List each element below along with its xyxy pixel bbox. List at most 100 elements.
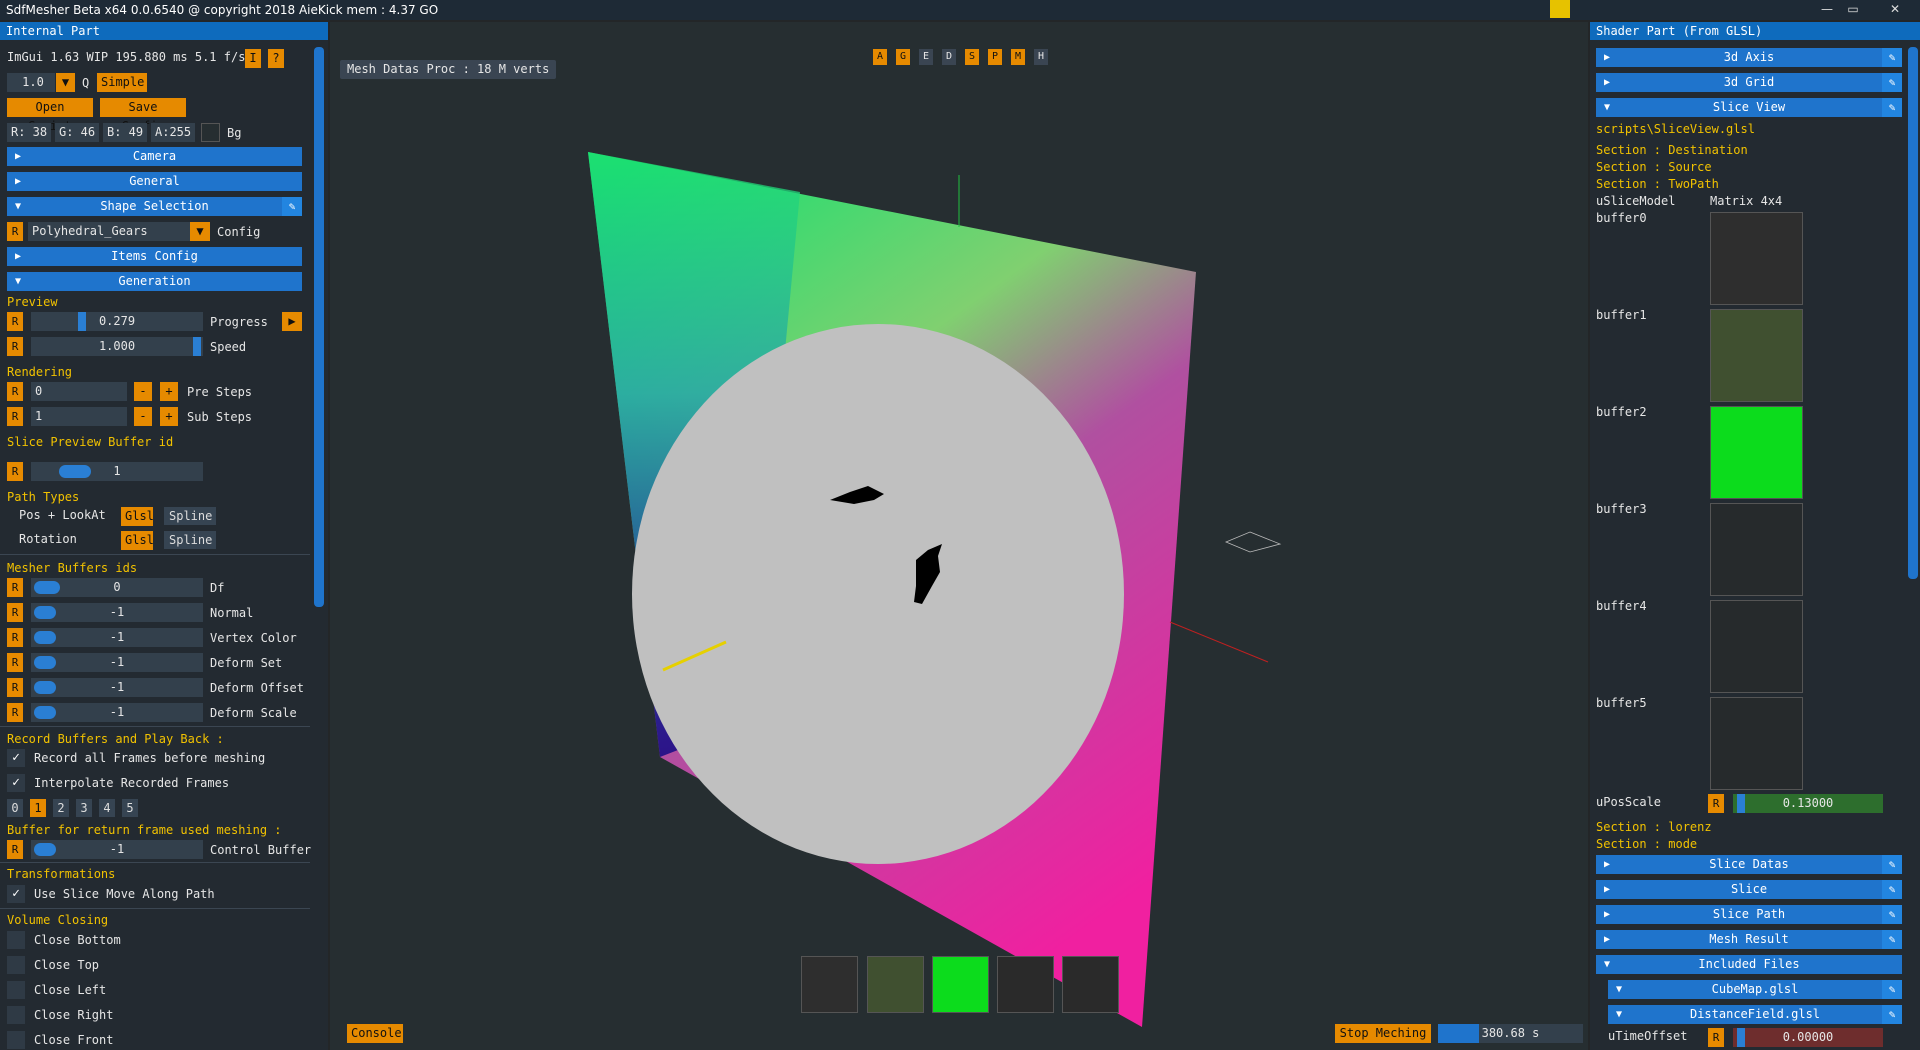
close-top-checkbox[interactable] bbox=[7, 956, 25, 974]
slider-grab[interactable] bbox=[34, 706, 56, 719]
buffer1-preview[interactable] bbox=[1710, 309, 1803, 402]
deform-scale-slider[interactable]: -1 bbox=[31, 703, 203, 722]
bg-a[interactable]: A:255 bbox=[151, 123, 195, 142]
scale-input[interactable]: 1.0 bbox=[7, 73, 55, 92]
header-slice-view[interactable]: ▼ Slice View ✎ bbox=[1596, 98, 1902, 117]
slider-grab[interactable] bbox=[34, 843, 56, 856]
header-included-files[interactable]: ▼ Included Files bbox=[1596, 955, 1902, 974]
sub-steps-input[interactable]: 1 bbox=[31, 407, 127, 426]
edit-pencil-icon[interactable]: ✎ bbox=[1882, 73, 1902, 92]
header-general[interactable]: ▶ General bbox=[7, 172, 302, 191]
slider-grab[interactable] bbox=[59, 465, 91, 478]
frame-5-button[interactable]: 5 bbox=[122, 799, 138, 817]
edit-pencil-icon[interactable]: ✎ bbox=[1882, 48, 1902, 67]
edit-pencil-icon[interactable]: ✎ bbox=[1882, 905, 1902, 924]
buffer4-preview[interactable] bbox=[1710, 600, 1803, 693]
simple-button[interactable]: Simple bbox=[97, 73, 147, 92]
header-slice-path[interactable]: ▶ Slice Path ✎ bbox=[1596, 905, 1902, 924]
reset-button[interactable]: R bbox=[7, 703, 23, 722]
rot-glsl-button[interactable]: Glsl bbox=[121, 531, 154, 550]
pos-spline-button[interactable]: Spline bbox=[164, 507, 216, 525]
slider-grab[interactable] bbox=[34, 631, 56, 644]
header-3d-grid[interactable]: ▶ 3d Grid ✎ bbox=[1596, 73, 1902, 92]
header-shape-selection[interactable]: ▼ Shape Selection ✎ bbox=[7, 197, 302, 216]
buffer0-thumb[interactable] bbox=[801, 956, 858, 1013]
rot-spline-button[interactable]: Spline bbox=[164, 531, 216, 549]
toolbar-d-button[interactable]: D bbox=[942, 49, 956, 65]
reset-button[interactable]: R bbox=[7, 678, 23, 697]
header-distancefield[interactable]: ▼ DistanceField.glsl ✎ bbox=[1608, 1005, 1902, 1024]
pin-icon[interactable] bbox=[1550, 0, 1570, 18]
right-scrollbar[interactable] bbox=[1908, 47, 1918, 579]
pos-glsl-button[interactable]: Glsl bbox=[121, 507, 154, 526]
header-3d-axis[interactable]: ▶ 3d Axis ✎ bbox=[1596, 48, 1902, 67]
buffer5-preview[interactable] bbox=[1710, 697, 1803, 790]
edit-pencil-icon[interactable]: ✎ bbox=[1882, 980, 1902, 999]
help-button[interactable]: ? bbox=[268, 49, 284, 68]
slider-grab[interactable] bbox=[1737, 1028, 1745, 1047]
buffer3-thumb[interactable] bbox=[997, 956, 1054, 1013]
reset-button[interactable]: R bbox=[7, 312, 23, 331]
viewport[interactable]: A G E D S P M H Mesh Datas Proc : 18 M v… bbox=[330, 22, 1588, 1050]
close-right-checkbox[interactable] bbox=[7, 1006, 25, 1024]
edit-pencil-icon[interactable]: ✎ bbox=[1882, 880, 1902, 899]
interpolate-checkbox[interactable]: ✓ bbox=[7, 774, 25, 792]
minimize-button[interactable]: — bbox=[1816, 2, 1838, 16]
frame-2-button[interactable]: 2 bbox=[53, 799, 69, 817]
slider-grab[interactable] bbox=[193, 337, 201, 356]
reset-button[interactable]: R bbox=[7, 628, 23, 647]
scale-dropdown[interactable]: ▼ bbox=[56, 73, 75, 92]
toolbar-s-button[interactable]: S bbox=[965, 49, 979, 65]
header-cubemap[interactable]: ▼ CubeMap.glsl ✎ bbox=[1608, 980, 1902, 999]
header-mesh-result[interactable]: ▶ Mesh Result ✎ bbox=[1596, 930, 1902, 949]
open-script-button[interactable]: Open Script bbox=[7, 98, 93, 133]
console-button[interactable]: Console bbox=[347, 1024, 403, 1043]
utime-slider[interactable]: 0.00000 bbox=[1733, 1028, 1883, 1047]
bg-g[interactable]: G: 46 bbox=[55, 123, 99, 142]
frame-3-button[interactable]: 3 bbox=[76, 799, 92, 817]
progress-slider[interactable]: 0.279 bbox=[31, 312, 203, 331]
play-button[interactable]: ▶ bbox=[282, 312, 302, 331]
buffer2-preview[interactable] bbox=[1710, 406, 1803, 499]
shape-dropdown-arrow[interactable]: ▼ bbox=[190, 222, 210, 241]
buffer1-thumb[interactable] bbox=[867, 956, 924, 1013]
slider-grab[interactable] bbox=[34, 656, 56, 669]
reset-button[interactable]: R bbox=[7, 337, 23, 356]
toolbar-g-button[interactable]: G bbox=[896, 49, 910, 65]
record-frames-checkbox[interactable]: ✓ bbox=[7, 749, 25, 767]
deform-set-slider[interactable]: -1 bbox=[31, 653, 203, 672]
slider-grab[interactable] bbox=[1737, 794, 1745, 813]
slider-grab[interactable] bbox=[34, 681, 56, 694]
edit-pencil-icon[interactable]: ✎ bbox=[1882, 1005, 1902, 1024]
header-slice-datas[interactable]: ▶ Slice Datas ✎ bbox=[1596, 855, 1902, 874]
shape-combo[interactable]: Polyhedral_Gears bbox=[28, 222, 190, 241]
toolbar-m-button[interactable]: M bbox=[1011, 49, 1025, 65]
reset-button[interactable]: R bbox=[1708, 1028, 1724, 1047]
left-scrollbar[interactable] bbox=[314, 47, 324, 607]
sub-minus-button[interactable]: - bbox=[134, 407, 152, 426]
buffer3-preview[interactable] bbox=[1710, 503, 1803, 596]
reset-button[interactable]: R bbox=[7, 222, 23, 241]
bg-color-swatch[interactable] bbox=[201, 123, 220, 142]
sub-plus-button[interactable]: + bbox=[160, 407, 178, 426]
info-button[interactable]: I bbox=[245, 49, 261, 68]
reset-button[interactable]: R bbox=[1708, 794, 1724, 813]
header-items-config[interactable]: ▶ Items Config bbox=[7, 247, 302, 266]
toolbar-e-button[interactable]: E bbox=[919, 49, 933, 65]
pre-minus-button[interactable]: - bbox=[134, 382, 152, 401]
vertex-color-slider[interactable]: -1 bbox=[31, 628, 203, 647]
slider-grab[interactable] bbox=[78, 312, 86, 331]
deform-offset-slider[interactable]: -1 bbox=[31, 678, 203, 697]
buffer4-thumb[interactable] bbox=[1062, 956, 1119, 1013]
slice-preview-slider[interactable]: 1 bbox=[31, 462, 203, 481]
slice-move-checkbox[interactable]: ✓ bbox=[7, 885, 25, 903]
header-camera[interactable]: ▶ Camera bbox=[7, 147, 302, 166]
reset-button[interactable]: R bbox=[7, 840, 23, 859]
frame-1-button[interactable]: 1 bbox=[30, 799, 46, 817]
close-front-checkbox[interactable] bbox=[7, 1031, 25, 1049]
df-slider[interactable]: 0 bbox=[31, 578, 203, 597]
maximize-button[interactable]: ▭ bbox=[1842, 2, 1864, 16]
buffer2-thumb[interactable] bbox=[932, 956, 989, 1013]
edit-pencil-icon[interactable]: ✎ bbox=[1882, 930, 1902, 949]
reset-button[interactable]: R bbox=[7, 603, 23, 622]
